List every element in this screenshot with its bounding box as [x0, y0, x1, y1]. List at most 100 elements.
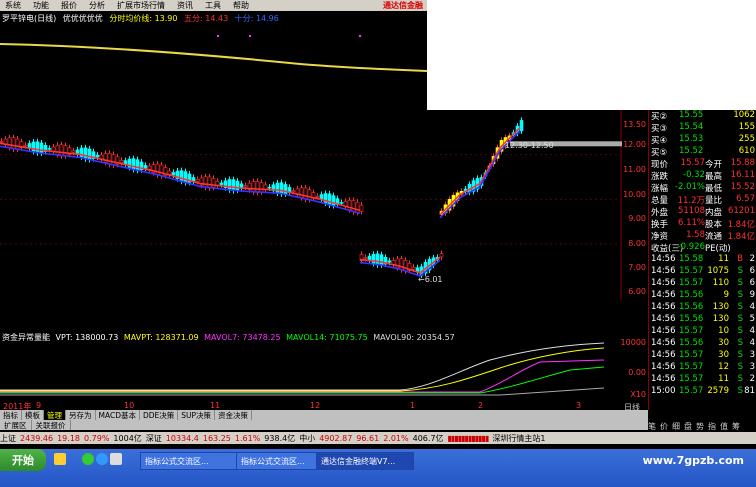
candle-body [259, 182, 264, 193]
menu-function[interactable]: 功能 [28, 0, 56, 11]
candle-body [159, 164, 164, 177]
zx-value: 4902.87 [319, 433, 353, 443]
menu-bar: 系统 功能 报价 分析 扩展市场行情 资讯 工具 帮助 通达信金融 [0, 0, 427, 11]
desktop-quicklaunch-icon[interactable] [110, 453, 122, 465]
quote-cell: 14:56 [651, 302, 676, 312]
side-tab-label[interactable]: 日线 [624, 402, 640, 413]
candle-body [55, 144, 60, 155]
quote-cell: 6 [749, 266, 755, 276]
stat-row: 收益(三) -0.926 PE(动) [649, 242, 756, 254]
side-tab[interactable]: 盘 [684, 421, 692, 431]
menu-system[interactable]: 系统 [0, 0, 28, 11]
tab-macd[interactable]: MACD基本 [96, 410, 140, 420]
candlestick-chart[interactable]: 12.30-12.50 ←6.01 [0, 110, 622, 300]
quote-cell: 14:56 [651, 290, 676, 300]
side-tab[interactable]: 值 [720, 421, 728, 431]
start-button[interactable]: 开始 [0, 449, 46, 471]
menu-extended-market[interactable]: 扩展市场行情 [112, 0, 172, 11]
tick-row: 14:56 15.57 12 S 3 [649, 362, 756, 374]
menu-tools[interactable]: 工具 [200, 0, 228, 11]
task-tdx-terminal[interactable]: 通达信金融终端V7... [316, 452, 414, 470]
tab-indicator[interactable]: 指标 [0, 410, 22, 420]
candle-body [135, 159, 140, 171]
quote-cell: 14:56 [651, 314, 676, 324]
mavol7-line [0, 359, 605, 393]
quote-cell: 流通 [705, 232, 723, 242]
quote-cell: 15.53 [679, 134, 704, 144]
candle-body [147, 165, 152, 170]
side-tab[interactable]: 势 [696, 421, 704, 431]
task-formula-forum-2[interactable]: 指标公式交流区... [236, 452, 318, 470]
tab-sup[interactable]: SUP决策 [178, 410, 216, 420]
side-tab[interactable]: 笔 [648, 421, 656, 431]
side-tab[interactable]: 价 [660, 421, 668, 431]
tab-related-quote[interactable]: 关联报价 [32, 420, 71, 430]
candle-body [231, 179, 236, 191]
side-tab[interactable]: 指 [708, 421, 716, 431]
range-annotation: 12.30-12.50 [505, 141, 554, 150]
price-tick: 13.50 [623, 120, 646, 129]
tick-row: 14:56 15.57 110 S 6 [649, 278, 756, 290]
tick-row: 14:56 15.57 30 S 3 [649, 350, 756, 362]
tick-row: 14:56 15.56 30 S 4 [649, 338, 756, 350]
candle-body [143, 165, 148, 169]
quote-cell: S [737, 362, 743, 372]
stat-row: 净资 1.58 流通 1.84亿 [649, 230, 756, 242]
price-tick: 6.00 [628, 287, 646, 296]
quote-cell: 内盘 [705, 208, 723, 218]
quote-cell: 15.57 [680, 158, 705, 168]
candle-body [255, 181, 260, 193]
candle-body [243, 185, 248, 188]
quote-cell: S [737, 266, 743, 276]
candle-body [15, 138, 20, 150]
tab-extension[interactable]: 扩展区 [0, 420, 32, 430]
side-tab[interactable]: 筹 [732, 421, 740, 431]
quote-cell: -2.01% [674, 182, 705, 192]
candle-body [327, 193, 332, 206]
candle-body [375, 253, 380, 266]
tab-template[interactable]: 模板 [22, 410, 44, 420]
candle-body [207, 176, 212, 189]
menu-analysis[interactable]: 分析 [84, 0, 112, 11]
quote-cell: 2 [749, 374, 755, 384]
sz-amount: 938.4亿 [264, 433, 296, 443]
quote-cell: 30 [718, 338, 729, 348]
tab-save-as[interactable]: 另存为 [66, 410, 96, 420]
tab-fund[interactable]: 资金决策 [215, 410, 253, 420]
candle-body [251, 181, 256, 193]
vol-tick: 0.00 [628, 368, 646, 377]
ie-quicklaunch-icon[interactable] [96, 453, 108, 465]
menu-news[interactable]: 资讯 [172, 0, 200, 11]
bid-row: 买③ 15.54 155 [649, 122, 756, 134]
candle-body [7, 137, 12, 148]
sz-value: 10334.4 [165, 433, 199, 443]
menu-quote[interactable]: 报价 [56, 0, 84, 11]
task-formula-forum-1[interactable]: 指标公式交流区... [140, 452, 238, 470]
quote-cell: 1.84亿 [727, 220, 755, 230]
sz-pct: 1.61% [234, 433, 261, 443]
candle-body [315, 195, 320, 198]
tdx-quicklaunch-icon[interactable] [54, 453, 66, 465]
browser-quicklaunch-icon[interactable] [82, 453, 94, 465]
tab-manage[interactable]: 管理 [44, 410, 66, 420]
quote-cell: S [737, 386, 743, 396]
candle-body [299, 187, 304, 198]
quote-cell: 15.55 [679, 110, 704, 120]
quote-cell: 255 [738, 134, 755, 144]
volume-axis: 10000 0.00 X10 [621, 332, 648, 402]
tab-dde[interactable]: DDE决策 [140, 410, 179, 420]
quote-cell: 15.56 [679, 338, 704, 348]
quote-cell: 3 [749, 350, 755, 360]
quote-cell: 1062 [733, 110, 755, 120]
quote-cell: 15.57 [679, 278, 704, 288]
quote-cell: 3 [749, 362, 755, 372]
quote-cell: 1075 [707, 266, 729, 276]
marker-dot [358, 34, 362, 38]
candle-body [167, 170, 172, 175]
candle-body [131, 158, 136, 170]
quote-cell: -0.926 [677, 242, 705, 252]
volume-chart[interactable] [0, 340, 622, 400]
candle-body [191, 177, 196, 182]
menu-help[interactable]: 帮助 [228, 0, 256, 11]
side-tab[interactable]: 细 [672, 421, 680, 431]
